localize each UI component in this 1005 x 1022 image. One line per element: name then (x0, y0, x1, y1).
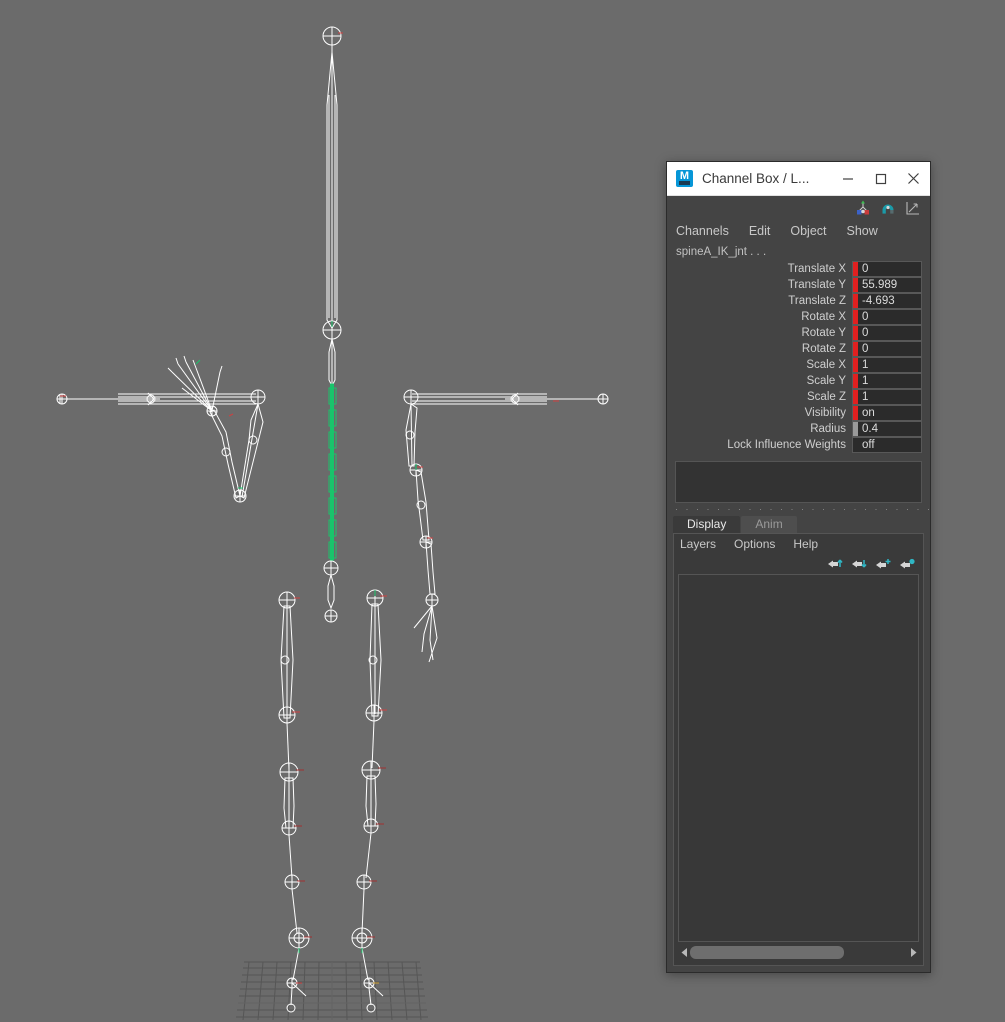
layer-move-down-icon[interactable] (851, 557, 867, 571)
attr-value[interactable]: off (858, 438, 921, 452)
menu-object[interactable]: Object (790, 224, 826, 238)
layer-editor-iconbar (674, 554, 923, 574)
table-row[interactable]: Visibility on (667, 405, 922, 421)
attr-field[interactable]: 0.4 (852, 421, 922, 437)
menu-edit[interactable]: Edit (749, 224, 771, 238)
layer-new-from-selected-icon[interactable] (899, 557, 915, 571)
layer-editor-tabs: Display Anim (667, 515, 930, 533)
attr-field[interactable]: 0 (852, 341, 922, 357)
layer-editor-menubar: Layers Options Help (674, 534, 923, 554)
table-row[interactable]: Rotate Z 0 (667, 341, 922, 357)
maximize-button[interactable] (864, 162, 897, 195)
attr-field[interactable]: 1 (852, 357, 922, 373)
table-row[interactable]: Scale Z 1 (667, 389, 922, 405)
channel-box-menubar: Channels Edit Object Show (667, 220, 930, 242)
menu-options[interactable]: Options (734, 537, 775, 551)
scroll-right-button[interactable] (907, 947, 919, 958)
scroll-left-button[interactable] (678, 947, 690, 958)
chevron-left-icon (681, 948, 687, 957)
attr-label: Rotate Y (801, 327, 846, 339)
attr-field[interactable]: off (852, 437, 922, 453)
close-icon (908, 173, 919, 184)
maximize-icon (875, 173, 886, 184)
attr-label: Translate X (787, 263, 846, 275)
attr-field[interactable]: 1 (852, 389, 922, 405)
attr-value[interactable]: 1 (858, 374, 921, 388)
tab-anim[interactable]: Anim (741, 516, 797, 533)
selected-object-name: spineA_IK_jnt . . . (667, 242, 930, 261)
attr-label: Visibility (804, 407, 846, 419)
table-row[interactable]: Radius 0.4 (667, 421, 922, 437)
attr-label: Rotate Z (801, 343, 846, 355)
attr-label: Translate Z (788, 295, 846, 307)
attr-field[interactable]: 0 (852, 309, 922, 325)
attr-field[interactable]: -4.693 (852, 293, 922, 309)
graph-line-icon[interactable] (904, 199, 922, 217)
attr-value[interactable]: 0 (858, 310, 921, 324)
attr-label: Scale Y (806, 375, 846, 387)
layer-new-icon[interactable] (875, 557, 891, 571)
channel-attribute-list: Translate X 0 Translate Y 55.989 Transla… (667, 261, 930, 453)
menu-channels[interactable]: Channels (676, 224, 729, 238)
attr-value[interactable]: on (858, 406, 921, 420)
attr-field[interactable]: 1 (852, 373, 922, 389)
panel-splitter[interactable]: · · · · · · · · · · · · · · · · · · · · … (667, 503, 930, 515)
attr-label: Radius (810, 423, 846, 435)
attr-field[interactable]: 55.989 (852, 277, 922, 293)
table-row[interactable]: Scale Y 1 (667, 373, 922, 389)
layer-editor-body: Layers Options Help (673, 533, 924, 966)
attr-value[interactable]: 0 (858, 326, 921, 340)
table-row[interactable]: Translate X 0 (667, 261, 922, 277)
attr-label: Scale X (806, 359, 846, 371)
scrollbar-track[interactable] (690, 946, 907, 959)
layer-horizontal-scrollbar[interactable] (678, 944, 919, 961)
attr-value[interactable]: 1 (858, 358, 921, 372)
menu-show[interactable]: Show (847, 224, 878, 238)
minimize-button[interactable] (831, 162, 864, 195)
menu-help[interactable]: Help (793, 537, 818, 551)
attr-field[interactable]: 0 (852, 261, 922, 277)
table-row[interactable]: Rotate X 0 (667, 309, 922, 325)
table-row[interactable]: Translate Z -4.693 (667, 293, 922, 309)
table-row[interactable]: Lock Influence Weights off (667, 437, 922, 453)
maya-logo-icon: M (676, 170, 693, 187)
tab-display[interactable]: Display (673, 516, 741, 533)
attr-value[interactable]: 1 (858, 390, 921, 404)
close-button[interactable] (897, 162, 930, 195)
menu-layers[interactable]: Layers (680, 537, 716, 551)
attr-label: Scale Z (807, 391, 846, 403)
minimize-icon (842, 177, 853, 180)
attr-value[interactable]: -4.693 (858, 294, 921, 308)
table-row[interactable]: Rotate Y 0 (667, 325, 922, 341)
channel-box-window[interactable]: M Channel Box / L... Channels Edit Objec… (666, 161, 931, 973)
attr-label: Rotate X (801, 311, 846, 323)
attr-value[interactable]: 0 (858, 342, 921, 356)
channel-box-toolbar (667, 196, 930, 220)
channel-box-empty-area (675, 461, 922, 503)
attr-value[interactable]: 0.4 (858, 422, 921, 436)
scrollbar-thumb[interactable] (690, 946, 845, 959)
layer-list[interactable] (678, 574, 919, 942)
window-controls (831, 162, 930, 195)
table-row[interactable]: Translate Y 55.989 (667, 277, 922, 293)
window-titlebar[interactable]: M Channel Box / L... (667, 162, 930, 196)
window-title: Channel Box / L... (702, 171, 810, 186)
attr-field[interactable]: 0 (852, 325, 922, 341)
magnet-snap-icon[interactable] (879, 199, 897, 217)
attr-label: Translate Y (787, 279, 846, 291)
attr-field[interactable]: on (852, 405, 922, 421)
attr-value[interactable]: 55.989 (858, 278, 921, 292)
table-row[interactable]: Scale X 1 (667, 357, 922, 373)
chevron-right-icon (910, 948, 916, 957)
manipulator-axis-icon[interactable] (854, 199, 872, 217)
attr-label: Lock Influence Weights (727, 439, 846, 451)
attr-value[interactable]: 0 (858, 262, 921, 276)
layer-move-up-icon[interactable] (827, 557, 843, 571)
